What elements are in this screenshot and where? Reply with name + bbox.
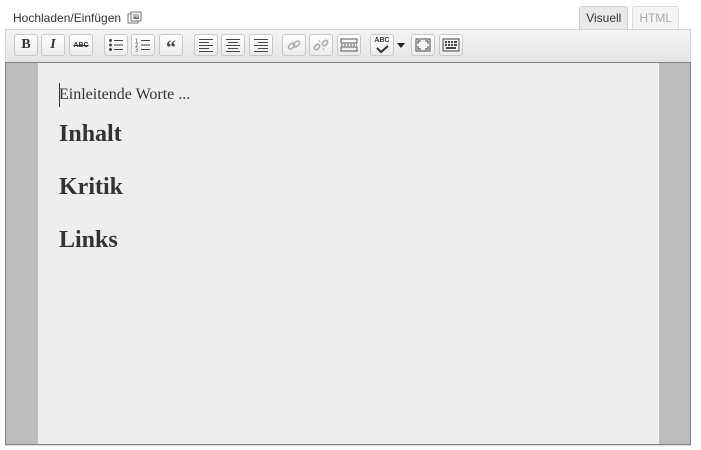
spellcheck-button[interactable]: ABC xyxy=(370,34,394,56)
italic-icon: I xyxy=(50,37,56,52)
insert-more-button[interactable] xyxy=(337,34,361,56)
editor-content-area[interactable]: Einleitende Worte ... Inhalt Kritik Link… xyxy=(38,63,659,444)
insert-link-button[interactable] xyxy=(282,34,306,56)
fullscreen-icon xyxy=(415,38,431,52)
heading-inhalt[interactable]: Inhalt xyxy=(59,119,639,149)
align-left-icon xyxy=(199,39,213,52)
editor-topbar: Hochladen/Einfügen Visuell HTML xyxy=(5,5,696,30)
media-upload-icon[interactable] xyxy=(127,11,143,25)
numbered-list-button[interactable]: 1 2 3 xyxy=(131,34,155,56)
tab-visual[interactable]: Visuell xyxy=(579,6,629,30)
heading-links[interactable]: Links xyxy=(59,225,639,255)
spellcheck-icon: ABC xyxy=(374,37,390,54)
link-icon xyxy=(287,40,301,50)
align-center-button[interactable] xyxy=(221,34,245,56)
chevron-down-icon xyxy=(396,42,405,48)
align-right-icon xyxy=(254,39,268,52)
fullscreen-button[interactable] xyxy=(411,34,435,56)
spellcheck-language-dropdown[interactable] xyxy=(395,34,406,56)
align-right-button[interactable] xyxy=(249,34,273,56)
editor-content-frame: Einleitende Worte ... Inhalt Kritik Link… xyxy=(5,62,691,445)
editor-bottom-border xyxy=(5,445,691,446)
kitchen-sink-icon xyxy=(442,38,460,52)
bold-button[interactable]: B xyxy=(14,34,38,56)
kitchen-sink-button[interactable] xyxy=(439,34,463,56)
align-left-button[interactable] xyxy=(194,34,218,56)
tab-html[interactable]: HTML xyxy=(632,6,679,30)
bullet-list-icon xyxy=(109,39,123,51)
svg-text:3: 3 xyxy=(135,48,138,53)
blockquote-button[interactable]: “ xyxy=(159,34,183,59)
numbered-list-icon: 1 2 3 xyxy=(135,39,150,53)
heading-kritik[interactable]: Kritik xyxy=(59,172,639,202)
align-center-icon xyxy=(226,39,240,52)
strikethrough-icon: ABC xyxy=(73,41,89,49)
blockquote-icon: “ xyxy=(166,37,176,59)
bullet-list-button[interactable] xyxy=(104,34,128,56)
more-tag-icon xyxy=(340,38,358,52)
strikethrough-button[interactable]: ABC xyxy=(69,34,93,56)
editor-mode-tabs: Visuell HTML xyxy=(575,6,679,30)
post-editor: Hochladen/Einfügen Visuell HTML B I ABC … xyxy=(0,0,701,450)
formatting-toolbar: B I ABC 1 2 3 “ ABC xyxy=(5,29,691,62)
editor-document[interactable]: Einleitende Worte ... Inhalt Kritik Link… xyxy=(59,83,639,278)
upload-insert-link[interactable]: Hochladen/Einfügen xyxy=(13,11,143,25)
intro-paragraph[interactable]: Einleitende Worte ... xyxy=(59,83,639,107)
remove-link-button[interactable] xyxy=(309,34,333,56)
bold-icon: B xyxy=(21,37,31,52)
upload-label: Hochladen/Einfügen xyxy=(13,11,122,25)
unlink-icon xyxy=(313,39,329,51)
italic-button[interactable]: I xyxy=(41,34,65,56)
